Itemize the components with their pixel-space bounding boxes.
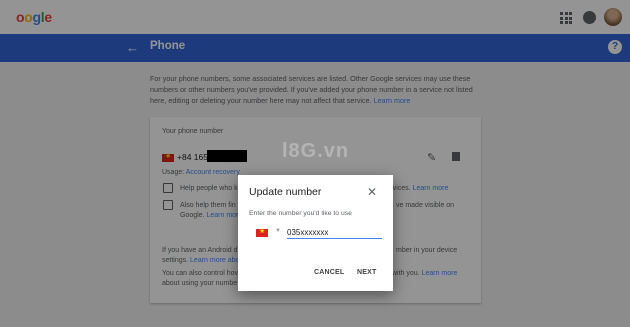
update-number-dialog: Update number ✕ Enter the number you'd l…	[238, 175, 393, 291]
close-icon[interactable]: ✕	[367, 185, 377, 199]
dialog-instruction: Enter the number you'd like to use	[249, 210, 352, 217]
next-button[interactable]: NEXT	[357, 269, 376, 276]
phone-number-input[interactable]	[287, 226, 382, 239]
vietnam-flag-icon	[256, 227, 268, 237]
cancel-button[interactable]: CANCEL	[314, 269, 344, 276]
watermark-logo: l8G.vn	[282, 140, 350, 162]
dialog-title: Update number	[249, 186, 322, 198]
chevron-down-icon[interactable]: ▼	[275, 228, 281, 234]
